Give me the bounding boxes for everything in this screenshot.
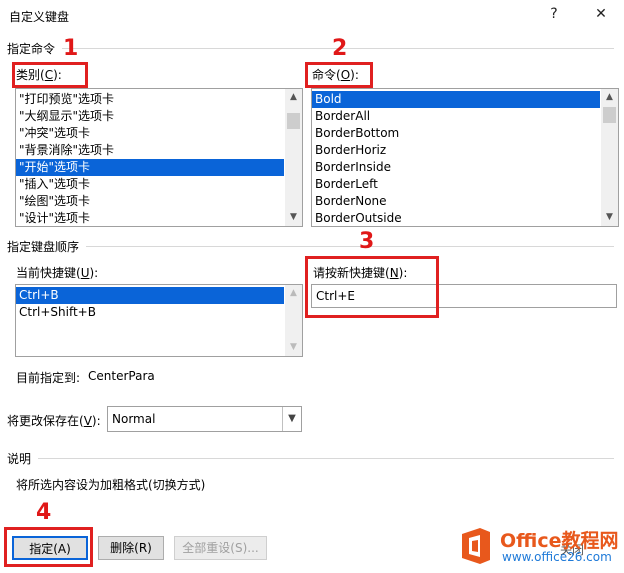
- description-label: 说明: [7, 452, 32, 466]
- annotation-number-2: 2: [332, 36, 348, 61]
- current-keys-label: 当前快捷键(U):: [16, 266, 99, 280]
- command-list-item[interactable]: BorderNone: [312, 193, 600, 210]
- category-list-item[interactable]: "大纲显示"选项卡: [16, 108, 284, 125]
- commands-scrollbar[interactable]: ▲ ▼: [601, 89, 618, 226]
- scroll-down-icon[interactable]: ▼: [285, 209, 302, 226]
- current-key-list-item[interactable]: Ctrl+Shift+B: [16, 304, 284, 321]
- help-icon: ?: [550, 6, 558, 22]
- category-list-item[interactable]: "开始"选项卡: [16, 159, 284, 176]
- scroll-down-icon[interactable]: ▼: [601, 209, 618, 226]
- category-list-item[interactable]: "绘图"选项卡: [16, 193, 284, 210]
- watermark-brand: Office教程网: [500, 530, 619, 552]
- annotation-number-1: 1: [63, 36, 79, 61]
- annotation-number-3: 3: [359, 229, 375, 254]
- commands-listbox[interactable]: Bold BorderAll BorderBottom BorderHoriz Bord…: [311, 88, 619, 227]
- current-keys-scrollbar: ▲ ▼: [285, 285, 302, 356]
- section-separator: [38, 458, 614, 459]
- section-separator: [86, 246, 614, 247]
- category-list-item[interactable]: "打印预览"选项卡: [16, 91, 284, 108]
- save-in-label: 将更改保存在(V):: [7, 414, 101, 428]
- description-text: 将所选内容设为加粗格式(切换方式): [16, 478, 206, 492]
- save-in-value: Normal: [112, 412, 156, 426]
- scroll-down-icon: ▼: [290, 342, 297, 352]
- scrollbar-thumb[interactable]: [287, 113, 300, 129]
- categories-scrollbar[interactable]: ▲ ▼: [285, 89, 302, 226]
- assigned-to-value: CenterPara: [88, 369, 155, 383]
- assigned-to-label: 目前指定到:: [16, 371, 81, 385]
- watermark-url: www.office26.com: [502, 550, 612, 564]
- annotation-box-4: [4, 527, 93, 567]
- command-list-item[interactable]: BorderOutside: [312, 210, 600, 226]
- title-bar: [0, 0, 624, 32]
- command-list-item[interactable]: BorderBottom: [312, 125, 600, 142]
- remove-button[interactable]: 删除(R): [98, 536, 164, 560]
- annotation-number-4: 4: [36, 500, 52, 525]
- command-list-item[interactable]: Bold: [312, 91, 600, 108]
- annotation-box-1: [12, 62, 88, 88]
- annotation-box-2: [305, 62, 373, 88]
- scroll-up-icon: ▲: [290, 288, 297, 298]
- scrollbar-thumb[interactable]: [603, 107, 616, 123]
- specify-command-label: 指定命令: [7, 42, 56, 56]
- command-list-item[interactable]: BorderAll: [312, 108, 600, 125]
- command-list-item[interactable]: BorderLeft: [312, 176, 600, 193]
- chevron-down-icon[interactable]: ▼: [282, 407, 301, 431]
- current-key-list-item[interactable]: Ctrl+B: [16, 287, 284, 304]
- help-button[interactable]: ?: [543, 6, 565, 26]
- save-in-select[interactable]: Normal ▼: [107, 406, 302, 432]
- categories-listbox[interactable]: "打印预览"选项卡 "大纲显示"选项卡 "冲突"选项卡 "背景消除"选项卡 "开始"选项…: [15, 88, 303, 227]
- office-logo-icon: [456, 526, 496, 566]
- scroll-up-icon[interactable]: ▲: [601, 89, 618, 106]
- close-icon: ✕: [595, 6, 607, 22]
- annotation-box-3: [305, 256, 439, 318]
- window-title: 自定义键盘: [9, 10, 70, 24]
- keyboard-sequence-label: 指定键盘顺序: [7, 240, 80, 254]
- category-list-item[interactable]: "插入"选项卡: [16, 176, 284, 193]
- close-window-button[interactable]: ✕: [590, 6, 612, 26]
- scroll-up-icon[interactable]: ▲: [285, 89, 302, 106]
- current-keys-listbox[interactable]: Ctrl+B Ctrl+Shift+B ▲ ▼: [15, 284, 303, 357]
- category-list-item[interactable]: "设计"选项卡: [16, 210, 284, 226]
- command-list-item[interactable]: BorderInside: [312, 159, 600, 176]
- command-list-item[interactable]: BorderHoriz: [312, 142, 600, 159]
- category-list-item[interactable]: "背景消除"选项卡: [16, 142, 284, 159]
- reset-all-button[interactable]: 全部重设(S)...: [174, 536, 267, 560]
- category-list-item[interactable]: "冲突"选项卡: [16, 125, 284, 142]
